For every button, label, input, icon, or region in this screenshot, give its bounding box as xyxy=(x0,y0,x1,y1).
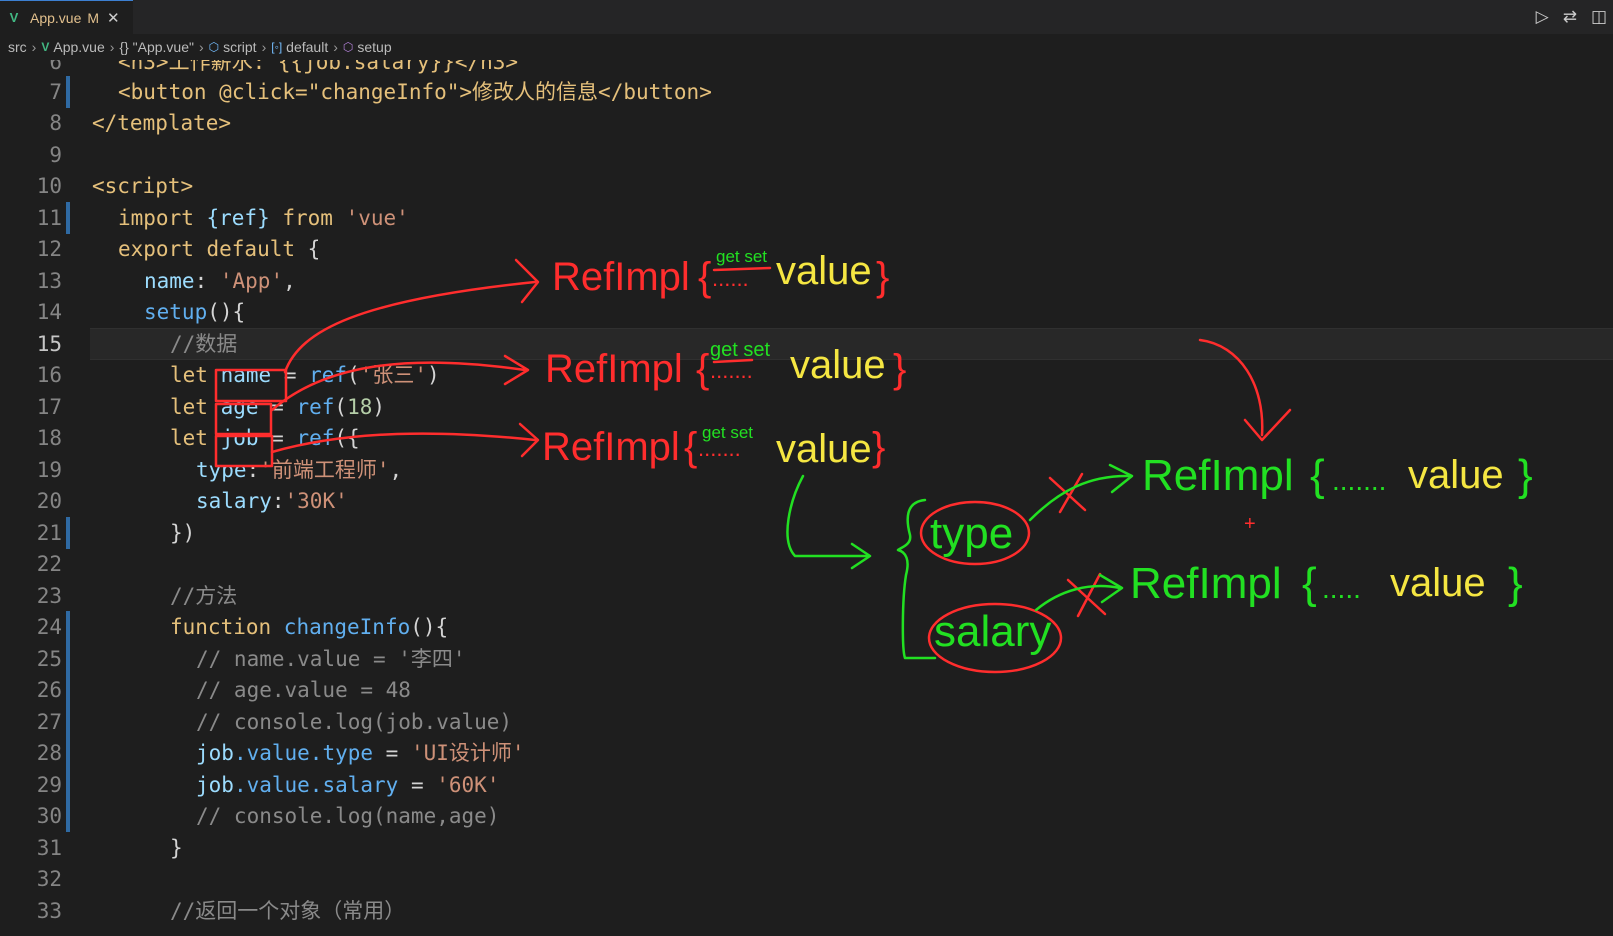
code-line: 16 let name = ref('张三') xyxy=(36,363,440,387)
code-line: 7 <button @click="changeInfo">修改人的信息</bu… xyxy=(0,76,1613,108)
code-line: 21 }) xyxy=(0,517,1613,549)
breadcrumb-setup[interactable]: setup xyxy=(357,39,391,55)
code-line: 9 xyxy=(49,143,62,167)
code-line: 27 // console.log(job.value) xyxy=(0,706,1613,738)
git-change-marker xyxy=(66,706,70,738)
code-line: 33 //返回一个对象（常用） xyxy=(36,899,406,923)
chevron-right-icon: › xyxy=(109,39,115,55)
code-line: 10 <script> xyxy=(36,174,194,198)
tab-label: App.vue xyxy=(30,9,82,26)
git-change-marker xyxy=(66,643,70,675)
git-change-marker xyxy=(66,611,70,643)
code-line: 13 name: 'App', xyxy=(36,269,296,293)
breadcrumb-script[interactable]: script xyxy=(223,39,256,55)
code-line: 31 } xyxy=(36,836,183,860)
variable-icon: [◦] xyxy=(271,40,283,54)
code-line: 15 //数据 xyxy=(36,332,238,356)
tab-bar: V App.vue M ✕ ▷ ⇄ ◫ xyxy=(0,0,1613,34)
code-line: 19 type:'前端工程师', xyxy=(36,458,403,482)
chevron-right-icon: › xyxy=(261,39,267,55)
code-line: 18 let job = ref({ xyxy=(36,426,360,450)
git-change-marker xyxy=(66,737,70,769)
code-line: 12 export default { xyxy=(36,237,321,261)
editor-actions: ▷ ⇄ ◫ xyxy=(1536,0,1613,34)
cube-icon: ⬡ xyxy=(208,40,220,54)
vue-logo-icon: V xyxy=(9,10,19,25)
split-editor-icon[interactable]: ◫ xyxy=(1591,7,1607,27)
code-line: 25 // name.value = '李四' xyxy=(0,643,1613,675)
breadcrumb-file[interactable]: App.vue xyxy=(53,39,104,55)
code-line: 22 xyxy=(36,552,62,576)
code-line: 24 function changeInfo(){ xyxy=(0,611,1613,643)
git-change-marker xyxy=(66,674,70,706)
code-line: 28 job.value.type = 'UI设计师' xyxy=(0,737,1613,769)
breadcrumb-module[interactable]: {} "App.vue" xyxy=(119,39,194,55)
code-line: 29 job.value.salary = '60K' xyxy=(0,769,1613,801)
git-change-marker xyxy=(66,517,70,549)
git-change-marker xyxy=(66,76,70,108)
code-line: 32 xyxy=(36,867,62,891)
close-icon[interactable]: ✕ xyxy=(107,9,120,27)
code-line: 20 salary:'30K' xyxy=(36,489,348,513)
git-change-marker xyxy=(66,769,70,801)
compare-changes-icon[interactable]: ⇄ xyxy=(1563,7,1577,27)
code-line: 11 import {ref} from 'vue' xyxy=(0,202,1613,234)
method-icon: ⬡ xyxy=(342,40,354,54)
breadcrumb-src[interactable]: src xyxy=(8,39,27,55)
code-line: 17 let age = ref(18) xyxy=(36,395,386,419)
vue-logo-icon: V xyxy=(41,40,50,54)
code-editor[interactable]: 6 <h3>工作薪水: {{job.salary}}</h3> 7 <butto… xyxy=(0,60,1613,936)
code-line: 26 // age.value = 48 xyxy=(0,674,1613,706)
breadcrumb: src › V App.vue › {} "App.vue" › ⬡ scrip… xyxy=(0,34,1613,60)
chevron-right-icon: › xyxy=(333,39,338,55)
code-line: 23 //方法 xyxy=(36,584,238,608)
code-line: 30 // console.log(name,age) xyxy=(0,800,1613,832)
code-line: 14 setup(){ xyxy=(36,300,246,324)
git-change-marker xyxy=(66,202,70,234)
modified-badge: M xyxy=(87,9,100,26)
chevron-right-icon: › xyxy=(31,39,37,55)
tab-app-vue[interactable]: V App.vue M ✕ xyxy=(0,0,133,34)
git-change-marker xyxy=(66,800,70,832)
code-line: 8 </template> xyxy=(49,111,232,135)
breadcrumb-default[interactable]: default xyxy=(286,39,328,55)
run-icon[interactable]: ▷ xyxy=(1536,7,1549,27)
chevron-right-icon: › xyxy=(198,39,204,55)
